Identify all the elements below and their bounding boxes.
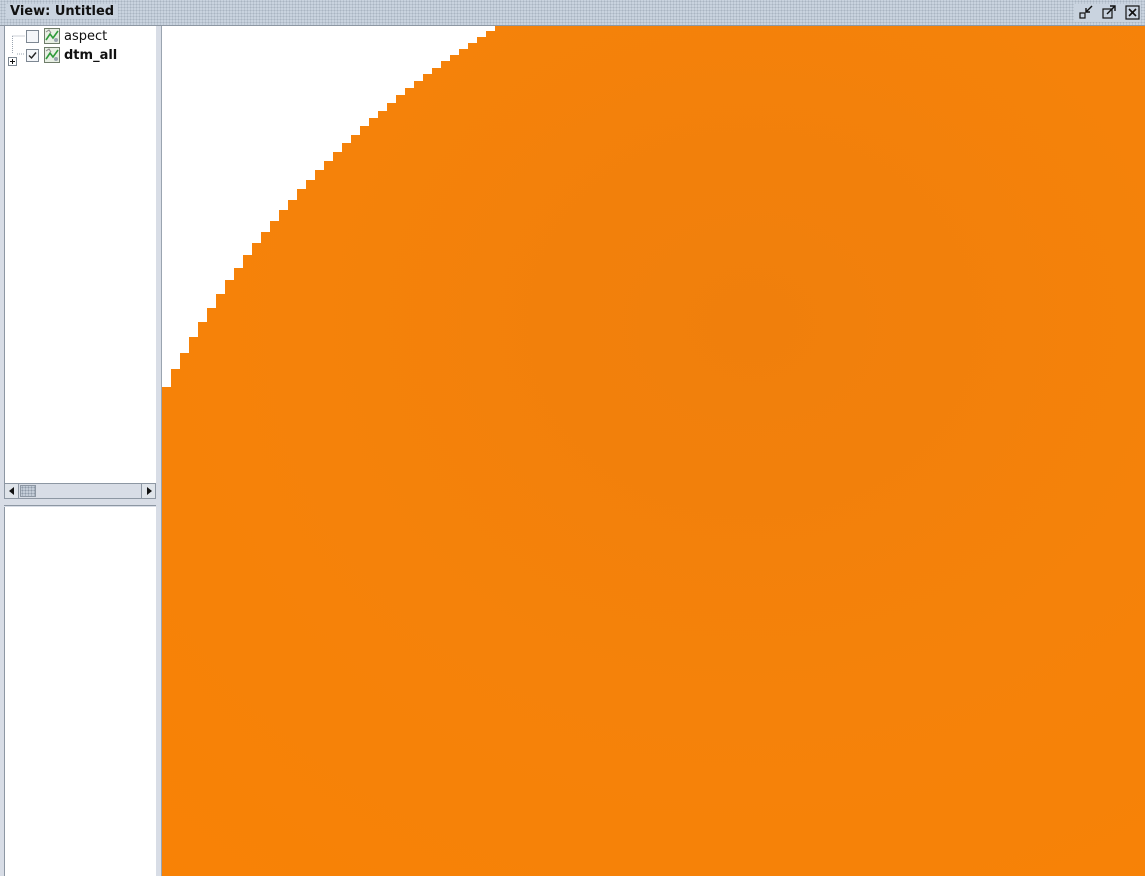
raster-layer <box>162 26 1145 876</box>
map-canvas[interactable] <box>162 26 1145 876</box>
layer-item-aspect[interactable]: aspect <box>5 27 155 45</box>
expand-icon[interactable] <box>8 51 17 66</box>
layer-label: aspect <box>64 28 108 44</box>
arrow-left-icon <box>8 487 14 495</box>
view-title: View: Untitled <box>6 4 119 19</box>
layer-item-dtm-all[interactable]: dtm_all <box>5 46 155 66</box>
layer-visibility-checkbox[interactable] <box>26 48 39 62</box>
toc-horizontal-scrollbar[interactable] <box>4 483 156 499</box>
raster-layer-icon <box>44 47 60 63</box>
legend-panel <box>4 507 156 876</box>
scroll-thumb[interactable] <box>20 485 36 497</box>
maximize-button[interactable] <box>1101 4 1118 21</box>
toc-panel: aspect dtm_all <box>0 26 161 876</box>
scroll-left-button[interactable] <box>5 484 19 498</box>
scroll-right-button[interactable] <box>141 484 155 498</box>
panel-splitter[interactable] <box>4 502 156 506</box>
raster-layer-icon <box>44 28 60 44</box>
layer-tree: aspect dtm_all <box>4 26 156 483</box>
close-button[interactable] <box>1124 4 1141 21</box>
view-title-bar[interactable]: View: Untitled <box>0 0 1145 26</box>
close-icon <box>1125 5 1140 20</box>
minimize-icon <box>1079 5 1093 19</box>
layer-visibility-checkbox[interactable] <box>26 29 39 43</box>
window-controls <box>1074 4 1141 22</box>
layer-label: dtm_all <box>64 47 118 63</box>
minimize-button[interactable] <box>1078 4 1095 21</box>
arrow-right-icon <box>146 487 152 495</box>
check-icon <box>28 51 37 59</box>
maximize-icon <box>1102 5 1116 19</box>
